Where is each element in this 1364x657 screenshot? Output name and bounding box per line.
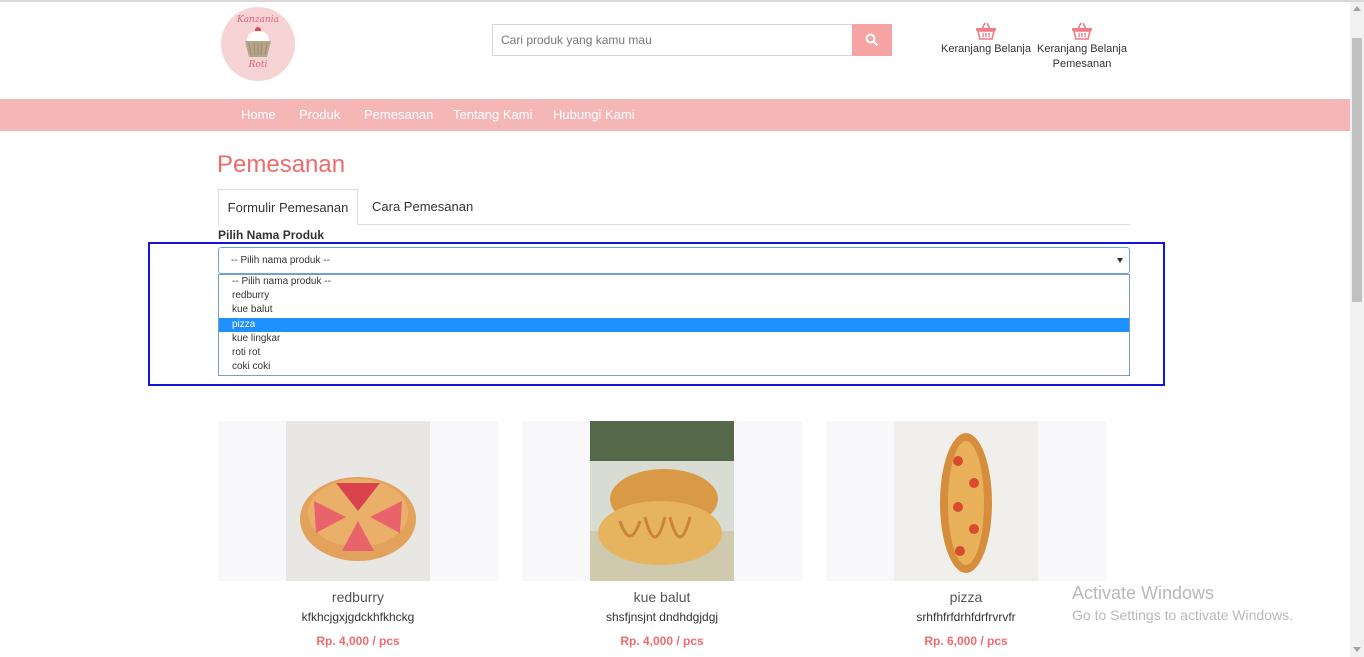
product-description: srhfhfrfdrhfdrfrvrvfr xyxy=(916,610,1016,624)
product-card[interactable]: redburry kfkhcjgxjgdckhfkhckg Rp. 4,000 … xyxy=(218,421,498,648)
product-name: pizza xyxy=(949,589,983,605)
nav-tentang-kami[interactable]: Tentang Kami xyxy=(453,99,533,131)
order-cart-label-line2: Pemesanan xyxy=(1052,58,1112,70)
page-title: Pemesanan xyxy=(217,151,346,178)
scrollbar-thumb[interactable] xyxy=(1352,38,1362,302)
product-image[interactable] xyxy=(894,421,1038,581)
product-image-frame xyxy=(826,421,1106,581)
dropdown-option[interactable]: -- Pilih nama produk -- xyxy=(219,275,1129,289)
logo-text-top: Kanzania xyxy=(236,15,280,25)
nav-produk[interactable]: Produk xyxy=(299,99,340,131)
product-image-frame xyxy=(218,421,498,581)
product-image-frame xyxy=(522,421,802,581)
dropdown-option[interactable]: redburry xyxy=(219,289,1129,303)
product-price: Rp. 6,000 / pcs xyxy=(924,634,1008,648)
page-scrollbar[interactable] xyxy=(1350,2,1364,657)
product-image[interactable] xyxy=(286,421,430,581)
watermark-subtitle: Go to Settings to activate Windows. xyxy=(1072,607,1293,623)
activate-windows-watermark: Activate Windows Go to Settings to activ… xyxy=(1072,583,1293,623)
nav-home[interactable]: Home xyxy=(241,99,276,131)
tab-formulir-pemesanan[interactable]: Formulir Pemesanan xyxy=(218,189,358,225)
cupcake-icon xyxy=(245,27,271,57)
shopping-cart-link[interactable]: Keranjang Belanja xyxy=(938,22,1034,57)
dropdown-option[interactable]: kue lingkar xyxy=(219,332,1129,346)
search-input[interactable] xyxy=(492,24,853,56)
order-cart-link[interactable]: Keranjang Belanja Pemesanan xyxy=(1034,22,1130,72)
basket-icon xyxy=(1072,22,1092,40)
scroll-down-icon[interactable] xyxy=(1353,647,1361,652)
watermark-title: Activate Windows xyxy=(1072,583,1215,603)
product-name: redburry xyxy=(331,589,385,605)
chevron-down-icon xyxy=(1117,258,1123,263)
product-price: Rp. 4,000 / pcs xyxy=(316,634,400,648)
dropdown-option[interactable]: coki coki xyxy=(219,360,1129,374)
nav-pemesanan[interactable]: Pemesanan xyxy=(364,99,433,131)
search-icon xyxy=(865,33,879,47)
site-logo[interactable]: Kanzania Roti xyxy=(221,7,295,81)
product-description: shsfjnsjnt dndhdgjdgj xyxy=(605,610,719,624)
window-top-border xyxy=(0,0,1364,2)
product-select[interactable]: -- Pilih nama produk -- xyxy=(218,247,1130,274)
product-price: Rp. 4,000 / pcs xyxy=(620,634,704,648)
dropdown-option[interactable]: kue balut xyxy=(219,303,1129,317)
order-cart-label-line1: Keranjang Belanja xyxy=(1037,43,1127,55)
product-select-value: -- Pilih nama produk -- xyxy=(231,255,330,266)
product-card[interactable]: kue balut shsfjnsjnt dndhdgjdgj Rp. 4,00… xyxy=(522,421,802,648)
product-select-dropdown: -- Pilih nama produk -- redburry kue bal… xyxy=(218,274,1130,376)
product-card[interactable]: pizza srhfhfrfdrhfdrfrvrvfr Rp. 6,000 / … xyxy=(826,421,1106,648)
product-description: kfkhcjgxjgdckhfkhckg xyxy=(301,610,415,624)
scroll-up-icon[interactable] xyxy=(1353,6,1361,11)
dropdown-option[interactable]: roti rot xyxy=(219,346,1129,360)
product-image[interactable] xyxy=(590,421,734,581)
dropdown-option-highlighted[interactable]: pizza xyxy=(219,317,1129,332)
product-name: kue balut xyxy=(633,589,691,605)
search-button[interactable] xyxy=(852,24,892,56)
tab-cara-pemesanan[interactable]: Cara Pemesanan xyxy=(360,189,485,225)
main-navbar: Home Produk Pemesanan Tentang Kami Hubun… xyxy=(0,99,1350,131)
basket-icon xyxy=(976,22,996,40)
nav-hubungi-kami[interactable]: Hubungi Kami xyxy=(553,99,635,131)
shopping-cart-label: Keranjang Belanja xyxy=(941,43,1031,55)
logo-text-bottom: Roti xyxy=(248,60,268,70)
product-select-label: Pilih Nama Produk xyxy=(218,228,325,242)
